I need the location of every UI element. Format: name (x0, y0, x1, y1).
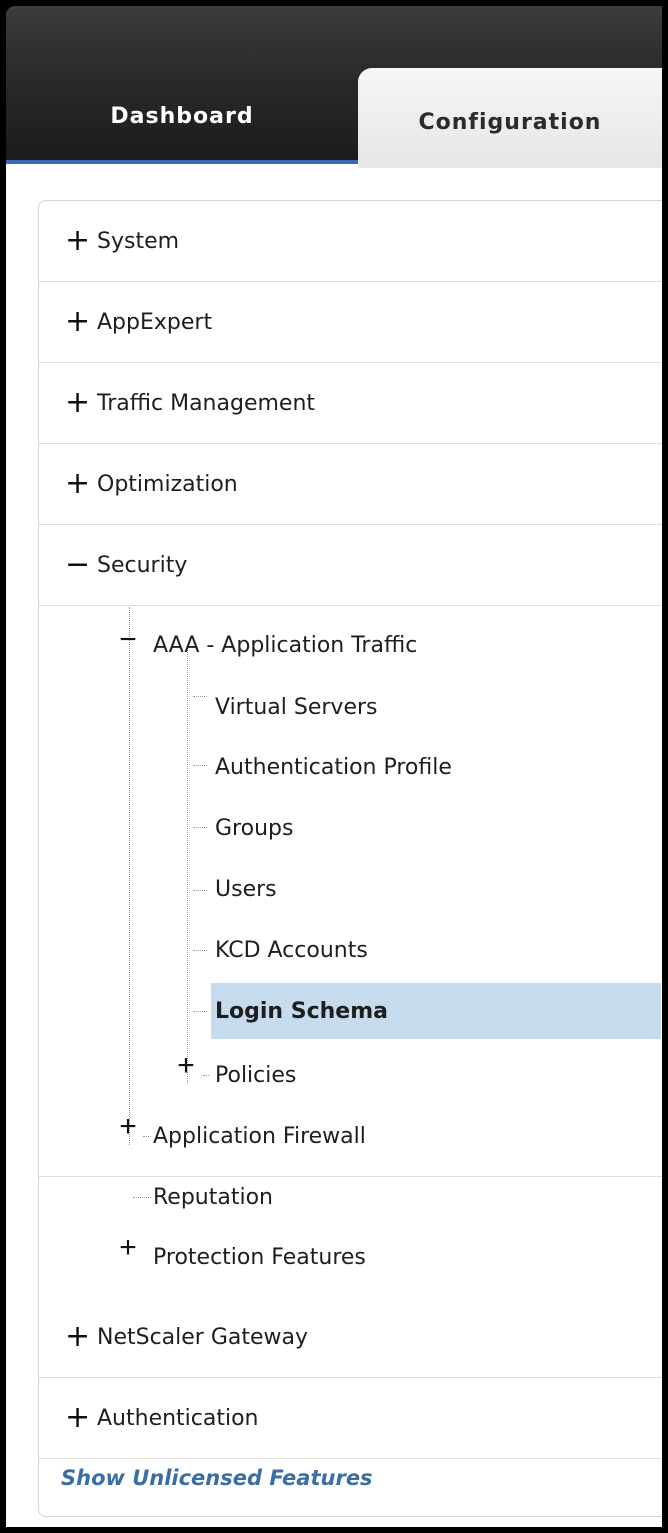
tree-guide-line (193, 827, 207, 828)
tree-item-label: Users (215, 876, 277, 902)
tree-item-virtual-servers[interactable]: Virtual Servers (215, 679, 378, 735)
tree-item-label: KCD Accounts (215, 937, 368, 963)
nav-item-authentication[interactable]: + Authentication (39, 1378, 662, 1459)
collapse-icon[interactable]: − (65, 550, 90, 580)
tree-item-label: Application Firewall (153, 1123, 366, 1149)
tree-item-label: AAA - Application Traffic (153, 632, 418, 658)
tab-configuration[interactable]: Configuration (358, 68, 662, 168)
app-frame: Dashboard Configuration + System + AppEx… (6, 6, 662, 1527)
expand-icon[interactable]: + (117, 1112, 139, 1142)
tree-item-label: Policies (215, 1062, 297, 1088)
expand-icon[interactable]: + (117, 1233, 139, 1263)
expand-icon[interactable]: + (65, 226, 90, 256)
tree-item-protection-features[interactable]: Protection Features (153, 1229, 366, 1285)
show-unlicensed-features-link[interactable]: Show Unlicensed Features (61, 1450, 373, 1506)
security-subtree: − AAA - Application Traffic Virtual Serv… (39, 607, 662, 1270)
nav-item-label: Optimization (97, 471, 238, 497)
expand-icon[interactable]: + (175, 1051, 197, 1081)
expand-icon[interactable]: + (65, 1322, 90, 1352)
nav-item-label: NetScaler Gateway (97, 1324, 309, 1350)
tree-item-kcd-accounts[interactable]: KCD Accounts (215, 922, 368, 978)
nav-item-label: System (97, 228, 180, 254)
nav-item-label: AppExpert (97, 309, 213, 335)
tree-guide-line (129, 607, 130, 1145)
nav-item-label: Security (97, 552, 188, 578)
nav-item-optimization[interactable]: + Optimization (39, 444, 662, 525)
nav-item-security[interactable]: − Security (39, 525, 662, 606)
tree-guide-line (193, 1011, 207, 1012)
show-unlicensed-features-label: Show Unlicensed Features (61, 1466, 373, 1490)
tree-item-reputation[interactable]: Reputation (153, 1169, 273, 1225)
expand-icon[interactable]: + (65, 307, 90, 337)
tree-item-policies[interactable]: Policies (215, 1047, 296, 1103)
tree-item-authentication-profile[interactable]: Authentication Profile (215, 739, 452, 795)
tree-guide-line (193, 890, 207, 891)
navigation-panel: + System + AppExpert + Traffic Managemen… (38, 200, 662, 1517)
tree-guide-line (193, 950, 207, 951)
tree-item-users[interactable]: Users (215, 861, 277, 917)
nav-item-appexpert[interactable]: + AppExpert (39, 282, 662, 363)
nav-item-netscaler-gateway[interactable]: + NetScaler Gateway (39, 1297, 662, 1378)
tree-item-groups[interactable]: Groups (215, 800, 293, 856)
tree-item-aaa-application-traffic[interactable]: AAA - Application Traffic (153, 617, 417, 673)
tree-guide-line (193, 765, 207, 766)
nav-item-system[interactable]: + System (39, 201, 662, 282)
tree-guide-line (143, 1136, 151, 1137)
tree-item-label: Virtual Servers (215, 694, 378, 720)
nav-item-traffic-management[interactable]: + Traffic Management (39, 363, 662, 444)
expand-icon[interactable]: + (65, 388, 90, 418)
tree-guide-line (193, 696, 207, 697)
tree-item-application-firewall[interactable]: Application Firewall (153, 1108, 366, 1164)
tab-bar: Dashboard Configuration (6, 6, 662, 168)
tree-guide-line (187, 647, 188, 1083)
tree-item-label: Reputation (153, 1184, 273, 1210)
collapse-icon[interactable]: − (117, 625, 139, 655)
tab-configuration-label: Configuration (418, 109, 602, 135)
tree-guide-line (203, 1075, 209, 1076)
nav-item-label: Traffic Management (97, 390, 316, 416)
tab-dashboard-label: Dashboard (110, 103, 254, 129)
expand-icon[interactable]: + (65, 1403, 90, 1433)
expand-icon[interactable]: + (65, 469, 90, 499)
nav-item-label: Authentication (97, 1405, 259, 1431)
tree-item-label: Protection Features (153, 1244, 366, 1270)
tab-dashboard[interactable]: Dashboard (6, 68, 358, 164)
tree-item-label: Authentication Profile (215, 754, 452, 780)
tree-guide-line (133, 1197, 151, 1198)
tree-item-label: Login Schema (215, 998, 388, 1024)
tree-item-login-schema[interactable]: Login Schema (215, 983, 388, 1039)
tree-item-label: Groups (215, 815, 294, 841)
